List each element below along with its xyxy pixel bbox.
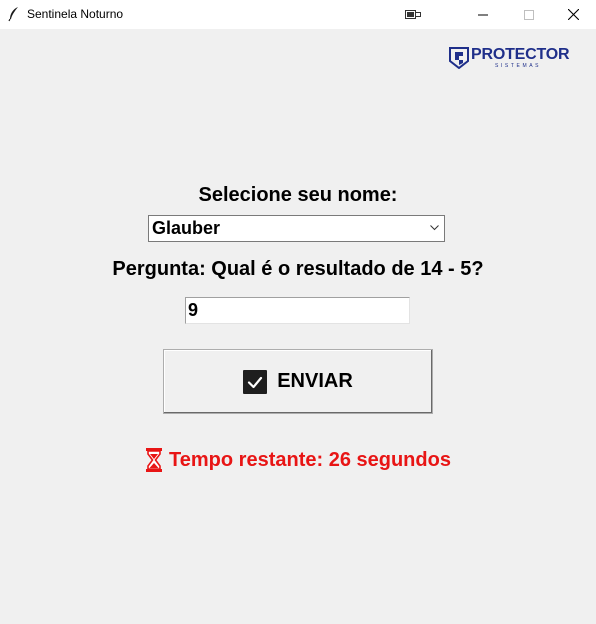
close-button[interactable] <box>550 0 596 29</box>
maximize-icon <box>524 9 534 20</box>
feather-icon <box>8 7 18 22</box>
title-bar: Sentinela Noturno <box>0 0 596 29</box>
logo-tagline-text: SISTEMAS <box>495 63 542 69</box>
submit-label: ENVIAR <box>277 370 353 392</box>
window-title: Sentinela Noturno <box>27 7 124 21</box>
timer-row: Tempo restante: 26 segundos <box>0 448 596 472</box>
logo-brand-text: PROTECTOR <box>471 46 570 63</box>
select-name-label: Selecione seu nome: <box>198 184 398 206</box>
check-box-icon <box>243 369 268 394</box>
minimize-icon <box>478 14 488 15</box>
chevron-down-icon <box>430 225 439 231</box>
name-dropdown[interactable]: Glauber <box>148 215 445 242</box>
hourglass-icon <box>146 448 163 472</box>
selected-name-value: Glauber <box>152 218 221 238</box>
minimize-button[interactable] <box>460 0 506 29</box>
submit-button[interactable]: ENVIAR <box>163 349 433 414</box>
protector-logo: PROTECTOR SISTEMAS <box>449 46 571 72</box>
shield-logo-icon <box>449 47 469 69</box>
question-text: Pergunta: Qual é o resultado de 14 - 5? <box>112 258 484 280</box>
timer-text: Tempo restante: 26 segundos <box>169 449 451 471</box>
maximize-button[interactable] <box>506 0 552 29</box>
close-icon <box>567 9 579 20</box>
tablet-mode-button[interactable] <box>390 0 436 29</box>
tablet-mode-icon <box>405 9 421 19</box>
answer-input[interactable] <box>185 297 410 324</box>
